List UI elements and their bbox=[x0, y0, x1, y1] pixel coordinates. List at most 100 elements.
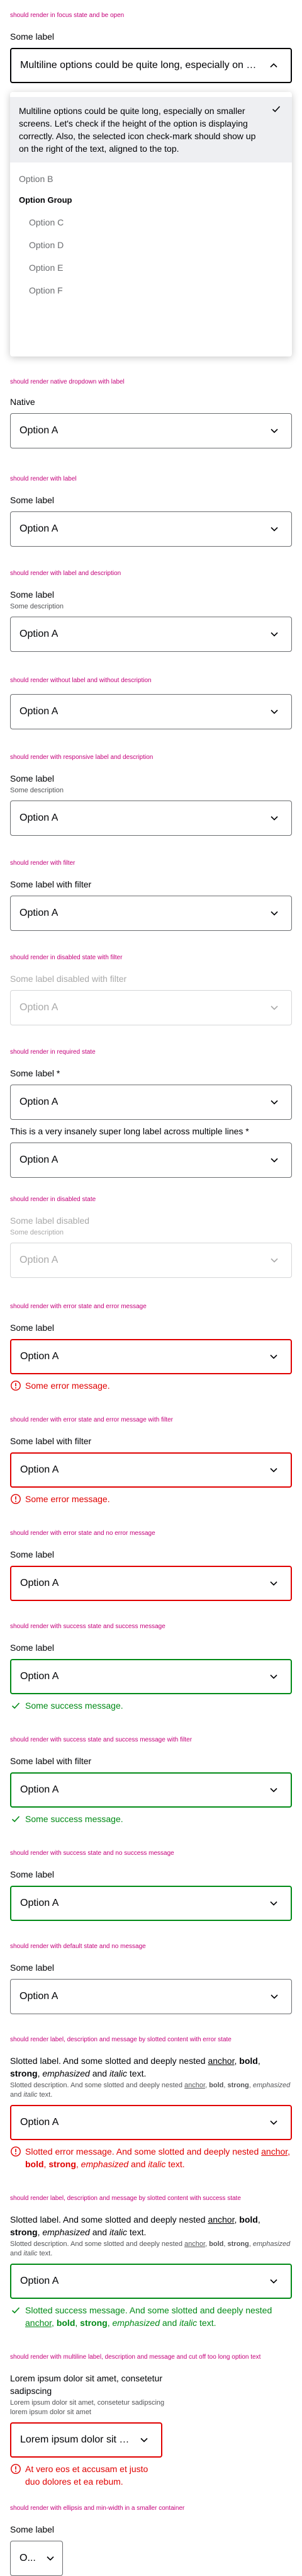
select-description: Lorem ipsum dolor sit amet, consetetur s… bbox=[10, 2399, 165, 2416]
story-caption: should render without label and without … bbox=[10, 677, 152, 684]
select-label: Some label disabled bbox=[10, 1216, 90, 1226]
select-button[interactable]: Option A bbox=[10, 617, 292, 652]
select-description: Some description bbox=[10, 787, 64, 794]
select-value: Option A bbox=[20, 706, 59, 717]
label-anchor[interactable]: anchor bbox=[208, 2214, 234, 2225]
select-value: Option A bbox=[20, 1002, 59, 1013]
exclamation-circle-icon bbox=[10, 2463, 21, 2475]
select-value: Lorem ipsum dolor sit a... bbox=[20, 2434, 131, 2445]
story-caption: should render in required state bbox=[10, 1049, 96, 1056]
chevron-down-icon bbox=[269, 1097, 280, 1108]
chevron-down-icon bbox=[268, 1784, 279, 1796]
select-label: Some label * bbox=[10, 1068, 60, 1078]
chevron-down-icon bbox=[268, 2117, 279, 2128]
story-caption: should render with default state and no … bbox=[10, 1943, 146, 1950]
select-label: Slotted label. And some slotted and deep… bbox=[10, 2056, 260, 2078]
select-option[interactable]: Option D bbox=[10, 239, 292, 251]
story-caption: should render native dropdown with label bbox=[10, 379, 125, 385]
select-filter-input[interactable]: Option A bbox=[10, 1452, 292, 1488]
select-disabled: Some label disabled Some description Opt… bbox=[10, 1214, 292, 1278]
check-icon bbox=[10, 1700, 21, 1711]
select-ellipsis-min-width: Some label O... bbox=[10, 2523, 86, 2576]
select-value: Option A bbox=[20, 1991, 59, 2002]
select-button[interactable]: Option A bbox=[10, 1085, 292, 1120]
chevron-down-icon bbox=[269, 1002, 280, 1013]
select-value: Option A bbox=[20, 1351, 59, 1362]
check-icon bbox=[10, 2305, 21, 2316]
story-caption: should render with success state and suc… bbox=[10, 1736, 193, 1743]
select-value: Option A bbox=[20, 1154, 59, 1165]
chevron-down-icon bbox=[45, 2553, 56, 2564]
select-button[interactable]: Lorem ipsum dolor sit a... bbox=[10, 2422, 162, 2458]
select-error-message: Some label Option A Some error message. bbox=[10, 1321, 292, 1392]
select-value: Multiline options could be quite long, e… bbox=[20, 60, 260, 71]
select-description: Some description bbox=[10, 1229, 64, 1236]
select-button[interactable]: Option A bbox=[10, 1339, 292, 1374]
story-caption: should render with label and description bbox=[10, 570, 121, 577]
message-text: Some error message. bbox=[25, 1381, 110, 1391]
exclamation-circle-icon bbox=[10, 1493, 21, 1505]
select-filter-input[interactable]: Option A bbox=[10, 1772, 292, 1808]
select-option[interactable]: Option F bbox=[10, 284, 292, 297]
select-option[interactable]: Option B bbox=[10, 173, 292, 185]
story-caption: should render with error state and no er… bbox=[10, 1530, 155, 1537]
select-label: Some label bbox=[10, 1963, 55, 1973]
select-value: Option A bbox=[20, 1898, 59, 1908]
chevron-down-icon bbox=[269, 629, 280, 640]
select-value: Option A bbox=[20, 2276, 59, 2286]
select-button[interactable]: Option A bbox=[10, 694, 292, 729]
select-filter-input[interactable]: Option A bbox=[10, 896, 292, 931]
message-text: Some success message. bbox=[25, 1701, 123, 1711]
select-button[interactable]: Option A bbox=[10, 413, 292, 448]
select-button[interactable]: Option A bbox=[10, 1979, 292, 2014]
chevron-down-icon bbox=[269, 1154, 280, 1166]
message-anchor[interactable]: anchor bbox=[25, 2318, 52, 2328]
select-slotted-error: Slotted label. And some slotted and deep… bbox=[10, 2055, 292, 2170]
select-value: Option A bbox=[20, 523, 59, 534]
select-description: Some description bbox=[10, 603, 64, 610]
select-button[interactable]: Option A bbox=[10, 801, 292, 836]
select-label: Some label bbox=[10, 495, 55, 505]
label-anchor[interactable]: anchor bbox=[208, 2056, 234, 2066]
select-description: Slotted description. And some slotted an… bbox=[10, 2082, 291, 2099]
select-button[interactable]: Option A bbox=[10, 1886, 292, 1921]
select-success-filter: Some label with filter Option A Some suc… bbox=[10, 1755, 292, 1825]
chevron-down-icon bbox=[269, 425, 280, 436]
select-button[interactable]: Multiline options could be quite long, e… bbox=[10, 48, 292, 83]
chevron-down-icon bbox=[269, 523, 280, 535]
select-option-selected[interactable]: Multiline options could be quite long, e… bbox=[10, 97, 292, 162]
error-message: At vero eos et accusam et justo duo dolo… bbox=[10, 2463, 161, 2488]
story-caption: should render label, description and mes… bbox=[10, 2036, 232, 2043]
select-focus-open: Some label Multiline options could be qu… bbox=[10, 30, 292, 83]
chevron-down-icon bbox=[138, 2434, 150, 2446]
select-value: Option A bbox=[20, 629, 59, 639]
select-label: Lorem ipsum dolor sit amet, consetetur s… bbox=[10, 2373, 162, 2396]
select-label-description: Some label Some description Option A bbox=[10, 588, 292, 652]
description-anchor[interactable]: anchor bbox=[184, 2082, 205, 2089]
option-label: Multiline options could be quite long, e… bbox=[19, 106, 256, 154]
success-message: Some success message. bbox=[10, 1699, 292, 1712]
select-option[interactable]: Option E bbox=[10, 261, 292, 274]
select-button[interactable]: Option A bbox=[10, 1566, 292, 1601]
select-button[interactable]: Option A bbox=[10, 1659, 292, 1694]
select-value: O... bbox=[20, 2553, 36, 2563]
select-label: Some label bbox=[10, 1643, 55, 1653]
story-caption: should render in disabled state bbox=[10, 1196, 96, 1203]
select-required: Some label * Option A This is a very ins… bbox=[10, 1067, 292, 1178]
select-listbox[interactable]: Multiline options could be quite long, e… bbox=[10, 92, 292, 356]
select-value: Option A bbox=[20, 812, 59, 823]
check-icon bbox=[10, 1813, 21, 1825]
select-label: Some label bbox=[10, 590, 55, 600]
select-button[interactable]: Option A bbox=[10, 2105, 292, 2140]
select-button[interactable]: Option A bbox=[10, 2264, 292, 2299]
select-label: Native bbox=[10, 397, 35, 407]
select-button[interactable]: Option A bbox=[10, 511, 292, 547]
select-button[interactable]: O... bbox=[10, 2541, 63, 2576]
description-anchor[interactable]: anchor bbox=[184, 2240, 205, 2248]
select-value: Option A bbox=[20, 2117, 59, 2128]
story-caption: should render with success state and no … bbox=[10, 1850, 174, 1857]
select-description: Slotted description. And some slotted an… bbox=[10, 2240, 291, 2257]
select-button[interactable]: Option A bbox=[10, 1143, 292, 1178]
message-anchor[interactable]: anchor bbox=[261, 2146, 288, 2157]
select-option[interactable]: Option C bbox=[10, 216, 292, 229]
